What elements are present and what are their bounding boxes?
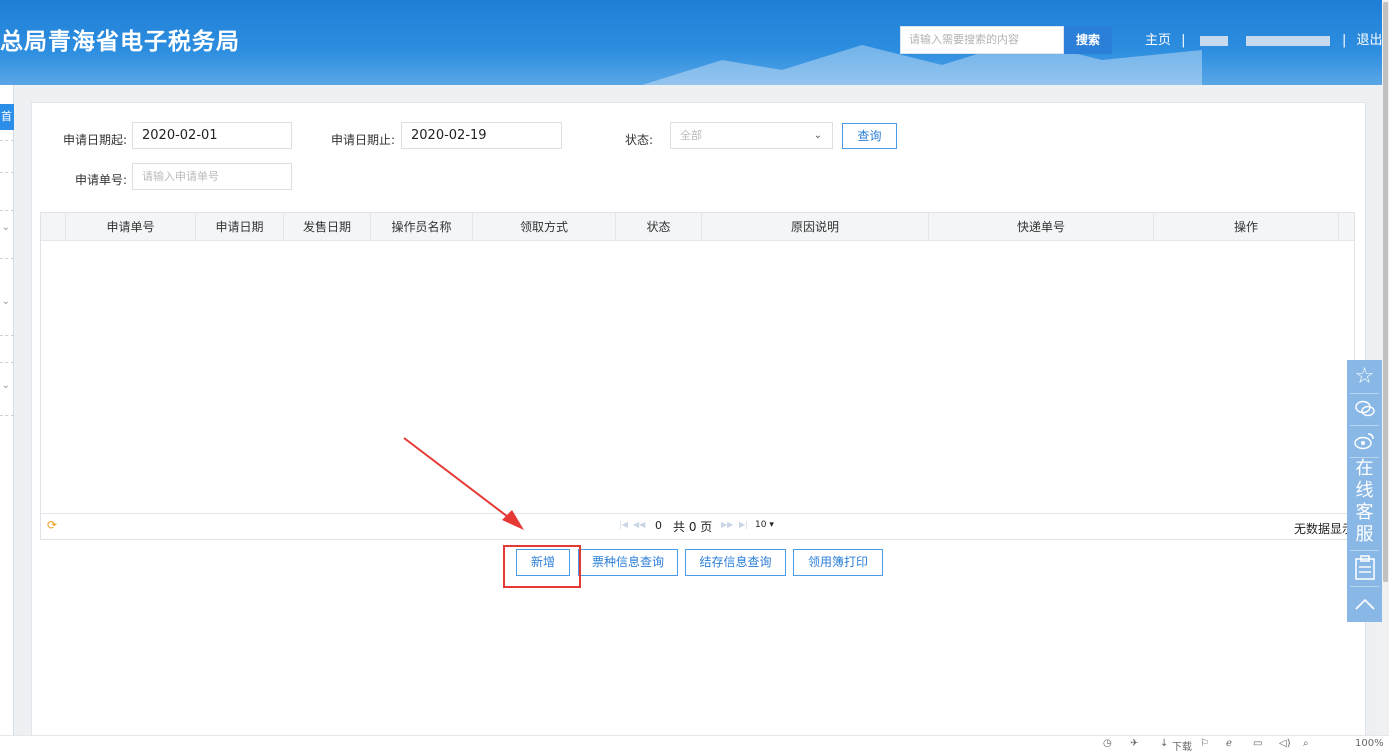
volume-icon[interactable]: ◁) (1279, 738, 1291, 749)
site-title: 总局青海省电子税务局 (0, 29, 240, 55)
home-link[interactable]: 主页 (1145, 33, 1171, 48)
column-header[interactable]: 领取方式 (473, 213, 616, 241)
pin-icon[interactable]: ✈ (1130, 738, 1138, 749)
column-header[interactable]: 发售日期 (284, 213, 371, 241)
empty-message: 无数据显示 (1293, 522, 1354, 536)
query-button[interactable]: 查询 (842, 123, 897, 149)
end-date-field[interactable]: 2020-02-19 (401, 122, 562, 149)
start-date-field[interactable]: 2020-02-01 (132, 122, 292, 149)
masked-username (1199, 35, 1228, 46)
highlight-box (503, 545, 581, 588)
chevron-down-icon[interactable]: ⌄ (0, 222, 10, 233)
grid-header: 申请单号 申请日期 发售日期 操作员名称 领取方式 状态 原因说明 快递单号 操… (41, 213, 1354, 241)
status-label: 状态: (625, 133, 654, 147)
sidebar-divider (0, 140, 14, 141)
ledger-print-button[interactable]: 领用簿打印 (793, 549, 883, 576)
chevron-down-icon: ⌄ (813, 130, 822, 141)
scrollbar-thumb[interactable] (1383, 2, 1388, 582)
column-header[interactable]: 原因说明 (702, 213, 929, 241)
column-header[interactable]: 操作 (1154, 213, 1339, 241)
download-label[interactable]: 下载 (1172, 738, 1192, 753)
service-char: 在 (1355, 458, 1374, 479)
total-pages: 共 0 页 (673, 520, 713, 534)
search-input[interactable]: 请输入需要搜索的内容 (900, 26, 1064, 54)
prev-page-icon[interactable]: ◀◀ (633, 520, 645, 529)
refresh-icon[interactable]: ⟳ (47, 518, 57, 532)
sidebar-divider (0, 335, 14, 336)
sidebar-divider (0, 210, 14, 211)
sidebar-divider (0, 172, 14, 173)
column-header[interactable]: 申请日期 (196, 213, 284, 241)
top-header: 总局青海省电子税务局 请输入需要搜索的内容 搜索 主页 | | 退出 (0, 0, 1382, 85)
service-char: 服 (1355, 524, 1374, 545)
zoom-icon[interactable]: ⌕ (1303, 738, 1309, 749)
nav-separator: | (1341, 33, 1347, 48)
clock-icon[interactable]: ◷ (1103, 738, 1112, 749)
browser-icon[interactable]: ℯ (1226, 738, 1232, 749)
status-select-value: 全部 (680, 129, 702, 142)
sidebar-divider (0, 258, 14, 259)
weibo-icon[interactable] (1347, 426, 1382, 456)
floating-toolbar: ☆ 在 线 客 服 (1347, 360, 1382, 622)
page-size-select[interactable]: 10 ▾ (755, 520, 774, 530)
online-service-button[interactable]: 在 线 客 服 (1347, 458, 1382, 546)
sidebar-divider (0, 362, 14, 363)
column-header[interactable]: 快递单号 (929, 213, 1154, 241)
window-icon[interactable]: ▭ (1253, 738, 1262, 749)
stock-query-button[interactable]: 结存信息查询 (685, 549, 786, 576)
column-header[interactable]: 申请单号 (66, 213, 196, 241)
wechat-icon[interactable] (1347, 394, 1382, 424)
current-page-input[interactable]: 0 (655, 519, 662, 532)
next-page-icon[interactable]: ▶▶ (721, 520, 733, 529)
toolbar-divider (1350, 550, 1379, 551)
apply-no-label: 申请单号: (75, 173, 128, 187)
search-button[interactable]: 搜索 (1064, 26, 1112, 54)
masked-company (1245, 35, 1330, 46)
sidebar-tab-home[interactable]: 首页 (0, 104, 14, 130)
apply-no-input[interactable]: 请输入申请单号 (132, 163, 292, 190)
end-date-label: 申请日期止: (331, 133, 396, 147)
column-header[interactable]: 状态 (616, 213, 702, 241)
start-date-label: 申请日期起: (63, 133, 128, 147)
first-page-icon[interactable]: |◀ (619, 520, 628, 529)
last-page-icon[interactable]: ▶| (739, 520, 748, 529)
browser-status-bar: ◷ ✈ ↓ 下载 ⚐ ℯ ▭ ◁) ⌕ 100% (0, 735, 1389, 753)
data-grid: 申请单号 申请日期 发售日期 操作员名称 领取方式 状态 原因说明 快递单号 操… (40, 212, 1355, 540)
back-to-top-icon[interactable] (1347, 588, 1382, 620)
nav-separator: | (1181, 33, 1186, 48)
star-icon[interactable]: ☆ (1347, 362, 1382, 392)
service-char: 客 (1355, 502, 1374, 523)
document-icon[interactable] (1347, 552, 1382, 584)
chevron-down-icon[interactable]: ⌄ (0, 296, 10, 307)
sidebar-divider (0, 415, 14, 416)
status-select[interactable]: 全部 ⌄ (670, 122, 833, 149)
chevron-down-icon[interactable]: ⌄ (0, 380, 10, 391)
service-char: 线 (1355, 480, 1374, 501)
zoom-level[interactable]: 100% (1355, 738, 1384, 749)
toolbar-divider (1350, 586, 1379, 587)
top-nav: 主页 | | 退出 (1145, 32, 1382, 50)
row-number-header (41, 213, 66, 241)
left-sidebar (0, 85, 14, 735)
flag-icon[interactable]: ⚐ (1200, 738, 1209, 749)
logout-link[interactable]: 退出 (1357, 33, 1383, 48)
download-icon[interactable]: ↓ (1160, 738, 1168, 749)
grid-pager: ⟳ |◀ ◀◀ 0 共 0 页 ▶▶ ▶| 10 ▾ 无数据显示 (41, 513, 1354, 539)
column-header[interactable]: 操作员名称 (371, 213, 473, 241)
page-scrollbar[interactable] (1382, 0, 1389, 735)
ticket-query-button[interactable]: 票种信息查询 (578, 549, 678, 576)
